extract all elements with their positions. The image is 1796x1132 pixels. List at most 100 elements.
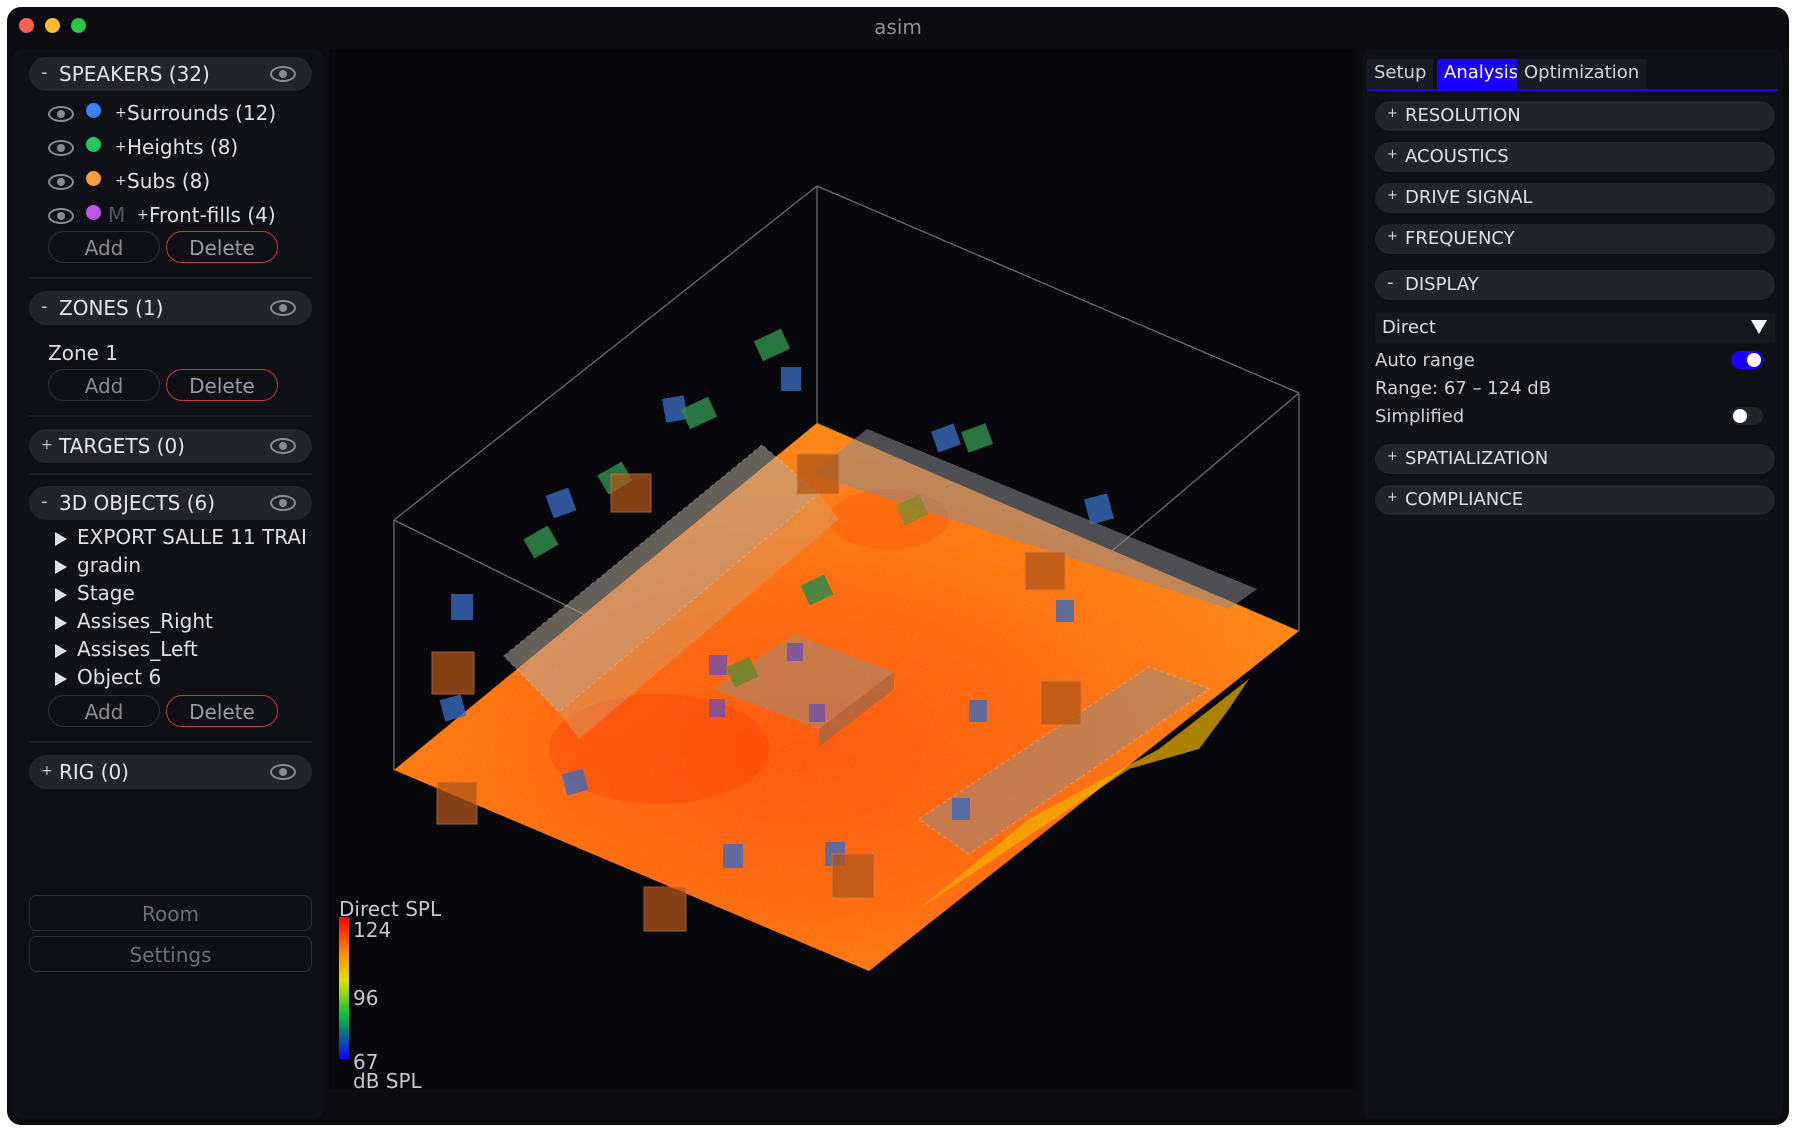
display-mode-value: Direct xyxy=(1382,317,1436,338)
tab-optimization[interactable]: Optimization xyxy=(1517,59,1647,89)
collapse-icon: - xyxy=(41,62,48,83)
legend-mid: 96 xyxy=(353,986,378,1010)
expand-icon[interactable]: + xyxy=(115,173,127,189)
drive-signal-label: DRIVE SIGNAL xyxy=(1405,187,1533,208)
eye-icon[interactable] xyxy=(48,174,74,190)
expand-icon[interactable]: + xyxy=(115,139,127,155)
app-window: asim - SPEAKERS (32) + Surrounds (12) + … xyxy=(7,7,1789,1125)
zones-section-header[interactable]: - ZONES (1) xyxy=(29,291,312,325)
zones-section-label: ZONES (1) xyxy=(59,296,164,320)
expand-triangle-icon[interactable] xyxy=(55,532,67,546)
compliance-section[interactable]: + COMPLIANCE xyxy=(1375,485,1775,515)
3d-viewport[interactable]: Direct SPL 124 96 67 dB SPL xyxy=(329,49,1357,1089)
room-button[interactable]: Room xyxy=(29,895,312,931)
eye-icon[interactable] xyxy=(270,300,296,316)
eye-icon[interactable] xyxy=(270,438,296,454)
auto-range-label: Auto range xyxy=(1375,350,1475,371)
delete-speaker-button[interactable]: Delete xyxy=(166,231,278,263)
expand-icon: + xyxy=(1387,106,1398,121)
toggle-knob xyxy=(1747,353,1761,367)
rig-section-label: RIG (0) xyxy=(59,760,129,784)
objects-section-label: 3D OBJECTS (6) xyxy=(59,491,216,515)
collapse-icon: - xyxy=(41,491,48,512)
simplified-label: Simplified xyxy=(1375,406,1465,427)
color-dot-icon[interactable] xyxy=(86,171,101,186)
rig-section-header[interactable]: + RIG (0) xyxy=(29,755,312,789)
display-mode-select[interactable]: Direct xyxy=(1375,313,1775,343)
speaker-group-label: Heights (8) xyxy=(127,135,239,159)
expand-icon: + xyxy=(1387,147,1398,162)
divider xyxy=(29,415,312,417)
delete-zone-button[interactable]: Delete xyxy=(166,369,278,401)
expand-triangle-icon[interactable] xyxy=(55,560,67,574)
expand-triangle-icon[interactable] xyxy=(55,672,67,686)
display-label: DISPLAY xyxy=(1405,274,1479,295)
expand-icon: + xyxy=(1387,188,1398,203)
expand-icon[interactable]: + xyxy=(137,207,149,223)
color-dot-icon[interactable] xyxy=(86,103,101,118)
divider xyxy=(29,473,312,475)
objects-section-header[interactable]: - 3D OBJECTS (6) xyxy=(29,486,312,520)
3d-scene[interactable]: Direct SPL 124 96 67 dB SPL xyxy=(329,49,1357,1089)
title-bar: asim xyxy=(7,7,1789,43)
spl-legend: Direct SPL 124 96 67 dB SPL xyxy=(339,897,442,1089)
zone-item[interactable]: Zone 1 xyxy=(48,341,118,365)
tab-analysis[interactable]: Analysis xyxy=(1437,59,1526,89)
legend-max: 124 xyxy=(353,918,391,942)
speakers-section-header[interactable]: - SPEAKERS (32) xyxy=(29,57,312,91)
add-zone-button[interactable]: Add xyxy=(48,369,160,401)
acoustics-label: ACOUSTICS xyxy=(1405,146,1509,167)
speaker-group-label: Front-fills (4) xyxy=(149,203,276,227)
object-label: gradin xyxy=(77,553,142,577)
object-label: Stage xyxy=(77,581,135,605)
resolution-section[interactable]: + RESOLUTION xyxy=(1375,101,1775,131)
acoustics-section[interactable]: + ACOUSTICS xyxy=(1375,142,1775,172)
color-dot-icon[interactable] xyxy=(86,205,101,220)
mute-flag[interactable]: M xyxy=(108,203,125,227)
eye-icon[interactable] xyxy=(48,106,74,122)
divider xyxy=(29,741,312,743)
expand-icon: + xyxy=(1387,449,1398,464)
display-section[interactable]: - DISPLAY xyxy=(1375,270,1775,300)
collapse-icon: - xyxy=(41,296,48,317)
simplified-toggle[interactable] xyxy=(1731,407,1763,425)
speaker-group-label: Surrounds (12) xyxy=(127,101,277,125)
object-label: Assises_Left xyxy=(77,637,198,661)
settings-button[interactable]: Settings xyxy=(29,936,312,972)
divider xyxy=(29,277,312,279)
expand-icon: + xyxy=(41,763,53,779)
expand-triangle-icon[interactable] xyxy=(55,588,67,602)
right-panel: Setup Analysis Optimization + RESOLUTION… xyxy=(1363,49,1783,1119)
targets-section-label: TARGETS (0) xyxy=(59,434,185,458)
add-object-button[interactable]: Add xyxy=(48,695,160,727)
frequency-label: FREQUENCY xyxy=(1405,228,1515,249)
delete-object-button[interactable]: Delete xyxy=(166,695,278,727)
range-readout: Range: 67 – 124 dB xyxy=(1375,378,1552,399)
expand-triangle-icon[interactable] xyxy=(55,644,67,658)
object-label: Object 6 xyxy=(77,665,162,689)
object-label: EXPORT SALLE 11 TRAI xyxy=(77,525,307,549)
eye-icon[interactable] xyxy=(270,495,296,511)
object-label: Assises_Right xyxy=(77,609,213,633)
color-dot-icon[interactable] xyxy=(86,137,101,152)
eye-icon[interactable] xyxy=(48,208,74,224)
spatialization-section[interactable]: + SPATIALIZATION xyxy=(1375,444,1775,474)
chevron-down-icon xyxy=(1751,320,1767,334)
spatialization-label: SPATIALIZATION xyxy=(1405,448,1549,469)
targets-section-header[interactable]: + TARGETS (0) xyxy=(29,429,312,463)
collapse-icon: - xyxy=(1387,272,1394,293)
eye-icon[interactable] xyxy=(48,140,74,156)
speaker-group-label: Subs (8) xyxy=(127,169,211,193)
tab-setup[interactable]: Setup xyxy=(1367,59,1434,89)
eye-icon[interactable] xyxy=(270,66,296,82)
compliance-label: COMPLIANCE xyxy=(1405,489,1524,510)
drive-signal-section[interactable]: + DRIVE SIGNAL xyxy=(1375,183,1775,213)
legend-unit: dB SPL xyxy=(353,1069,423,1089)
add-speaker-button[interactable]: Add xyxy=(48,231,160,263)
expand-icon[interactable]: + xyxy=(115,105,127,121)
eye-icon[interactable] xyxy=(270,764,296,780)
auto-range-toggle[interactable] xyxy=(1731,351,1763,369)
frequency-section[interactable]: + FREQUENCY xyxy=(1375,224,1775,254)
left-panel: - SPEAKERS (32) + Surrounds (12) + Heigh… xyxy=(13,49,323,1119)
expand-triangle-icon[interactable] xyxy=(55,616,67,630)
